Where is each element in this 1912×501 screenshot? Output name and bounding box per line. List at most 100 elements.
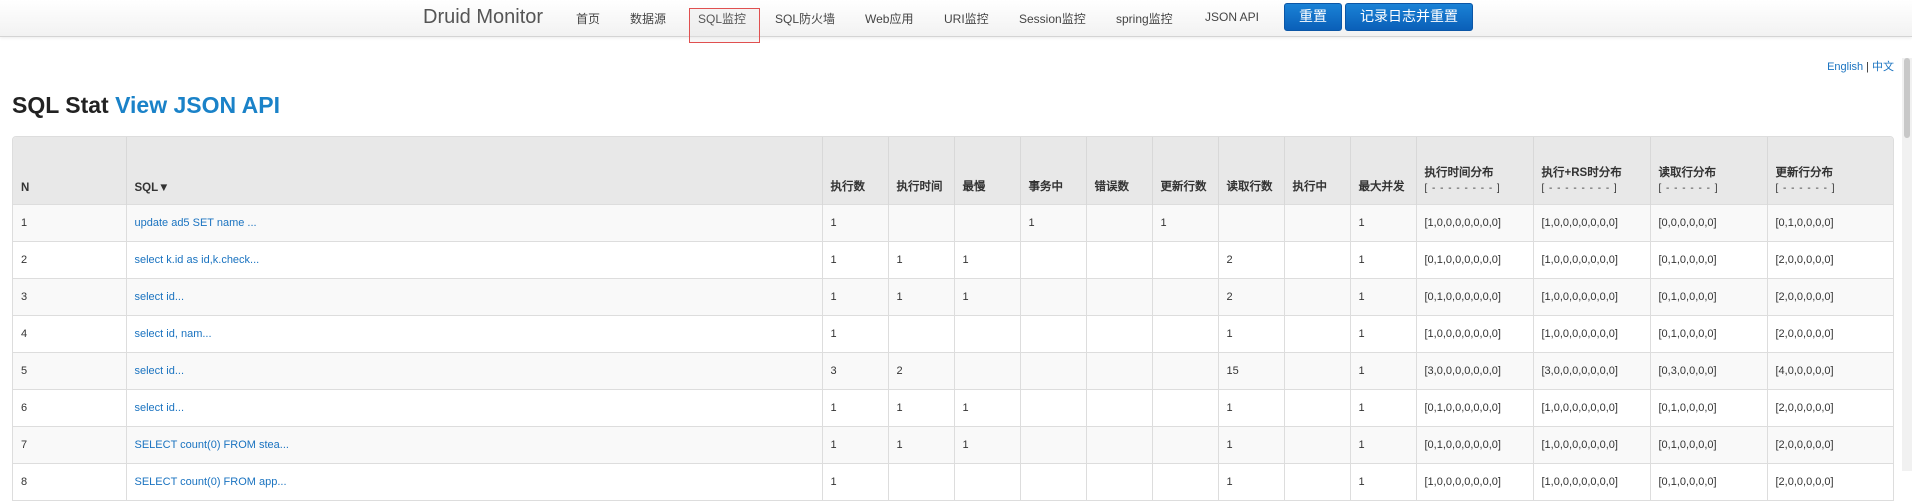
cell-exec-count: 1 bbox=[821, 278, 888, 316]
cell-exec-count: 1 bbox=[821, 315, 888, 353]
cell-exec-histogram: [1,0,0,0,0,0,0,0] bbox=[1415, 315, 1533, 353]
col-header-max-concurrent[interactable]: 最大并发 bbox=[1349, 137, 1416, 205]
cell-slowest: 1 bbox=[953, 389, 1020, 427]
nav-item-uri-monitor[interactable]: URI监控 bbox=[944, 10, 989, 27]
cell-exec-histogram: [1,0,0,0,0,0,0,0] bbox=[1415, 204, 1533, 242]
nav-item-spring-monitor[interactable]: spring监控 bbox=[1116, 10, 1173, 27]
cell-update-rows: 1 bbox=[1151, 204, 1218, 242]
cell-error-count bbox=[1085, 352, 1152, 390]
table-row: 3 select id... 1 1 1 2 1 [0,1,0,0,0,0,0,0] [1,0,… bbox=[13, 278, 1893, 316]
col-header-exec-histogram[interactable]: 执行时间分布 [ - - - - - - - - ] bbox=[1415, 137, 1533, 205]
col-header-exec-time[interactable]: 执行时间 bbox=[887, 137, 954, 205]
col-header-label: 读取行数 bbox=[1226, 181, 1273, 193]
col-header-n[interactable]: N bbox=[13, 137, 126, 205]
sql-stat-table: N SQL▼ 执行数 执行时间 最慢 事务中 错误数 更新行数 读取行数 执行中… bbox=[13, 137, 1893, 500]
cell-exec-time bbox=[887, 204, 954, 242]
log-and-reset-button[interactable]: 记录日志并重置 bbox=[1345, 3, 1473, 31]
col-header-sub: [ - - - - - - - - ] bbox=[1424, 183, 1501, 194]
col-header-in-transaction[interactable]: 事务中 bbox=[1019, 137, 1086, 205]
cell-sql: update ad5 SET name ... bbox=[125, 204, 822, 242]
cell-running bbox=[1283, 463, 1350, 500]
cell-slowest: 1 bbox=[953, 241, 1020, 279]
cell-sql: select k.id as id,k.check... bbox=[125, 241, 822, 279]
cell-n: 4 bbox=[13, 315, 126, 353]
brand-title[interactable]: Druid Monitor bbox=[423, 6, 543, 29]
table-row: 4 select id, nam... 1 1 1 [1,0,0,0,0,0,0,0] [1… bbox=[13, 315, 1893, 353]
col-header-running[interactable]: 执行中 bbox=[1283, 137, 1350, 205]
cell-error-count bbox=[1085, 241, 1152, 279]
cell-in-transaction bbox=[1019, 426, 1086, 464]
col-header-label: 最慢 bbox=[962, 181, 986, 193]
col-header-update-row-histogram[interactable]: 更新行分布 [ - - - - - - ] bbox=[1766, 137, 1893, 205]
cell-fetch-row-histogram: [0,1,0,0,0,0] bbox=[1649, 241, 1767, 279]
cell-update-row-histogram: [2,0,0,0,0,0] bbox=[1766, 426, 1893, 464]
lang-english-link[interactable]: English bbox=[1827, 61, 1863, 73]
sql-text-link[interactable]: select k.id as id,k.check... bbox=[135, 254, 260, 266]
col-header-slowest[interactable]: 最慢 bbox=[953, 137, 1020, 205]
sql-text-link[interactable]: SELECT count(0) FROM app... bbox=[135, 476, 287, 488]
cell-update-row-histogram: [2,0,0,0,0,0] bbox=[1766, 278, 1893, 316]
cell-error-count bbox=[1085, 278, 1152, 316]
nav-item-session-monitor[interactable]: Session监控 bbox=[1019, 10, 1086, 27]
cell-exec-histogram: [0,1,0,0,0,0,0,0] bbox=[1415, 278, 1533, 316]
cell-exec-rs-histogram: [1,0,0,0,0,0,0,0] bbox=[1532, 463, 1650, 500]
cell-update-row-histogram: [0,1,0,0,0,0] bbox=[1766, 204, 1893, 242]
cell-max-concurrent: 1 bbox=[1349, 315, 1416, 353]
nav-item-sql-monitor[interactable]: SQL监控 bbox=[698, 10, 746, 27]
sql-text-link[interactable]: select id, nam... bbox=[135, 328, 212, 340]
cell-in-transaction bbox=[1019, 315, 1086, 353]
cell-running bbox=[1283, 352, 1350, 390]
cell-running bbox=[1283, 389, 1350, 427]
cell-update-rows bbox=[1151, 315, 1218, 353]
cell-exec-count: 1 bbox=[821, 389, 888, 427]
cell-in-transaction bbox=[1019, 352, 1086, 390]
col-header-error-count[interactable]: 错误数 bbox=[1085, 137, 1152, 205]
cell-exec-time bbox=[887, 315, 954, 353]
cell-n: 3 bbox=[13, 278, 126, 316]
lang-chinese-link[interactable]: 中文 bbox=[1872, 61, 1894, 73]
col-header-sub: [ - - - - - - - - ] bbox=[1541, 183, 1618, 194]
sql-text-link[interactable]: select id... bbox=[135, 402, 185, 414]
vertical-scrollbar[interactable] bbox=[1902, 58, 1912, 471]
cell-sql: SELECT count(0) FROM stea... bbox=[125, 426, 822, 464]
col-header-exec-rs-histogram[interactable]: 执行+RS时分布 [ - - - - - - - - ] bbox=[1532, 137, 1650, 205]
cell-fetch-row-histogram: [0,1,0,0,0,0] bbox=[1649, 389, 1767, 427]
col-header-sql[interactable]: SQL▼ bbox=[125, 137, 822, 205]
view-json-api-link[interactable]: View JSON API bbox=[115, 92, 280, 118]
sql-text-link[interactable]: select id... bbox=[135, 365, 185, 377]
col-header-label: 事务中 bbox=[1028, 181, 1064, 193]
scrollbar-thumb[interactable] bbox=[1904, 58, 1910, 138]
sql-text-link[interactable]: select id... bbox=[135, 291, 185, 303]
col-header-sub: [ - - - - - - ] bbox=[1658, 183, 1719, 194]
cell-update-row-histogram: [4,0,0,0,0,0] bbox=[1766, 352, 1893, 390]
nav-item-web-app[interactable]: Web应用 bbox=[865, 10, 913, 27]
sql-text-link[interactable]: SELECT count(0) FROM stea... bbox=[135, 439, 289, 451]
page-title-text: SQL Stat bbox=[12, 92, 109, 118]
cell-exec-time: 2 bbox=[887, 352, 954, 390]
nav-item-home[interactable]: 首页 bbox=[576, 10, 600, 27]
sql-text-link[interactable]: update ad5 SET name ... bbox=[135, 217, 257, 229]
cell-max-concurrent: 1 bbox=[1349, 204, 1416, 242]
cell-exec-rs-histogram: [1,0,0,0,0,0,0,0] bbox=[1532, 278, 1650, 316]
cell-in-transaction bbox=[1019, 463, 1086, 500]
cell-in-transaction bbox=[1019, 241, 1086, 279]
col-header-update-rows[interactable]: 更新行数 bbox=[1151, 137, 1218, 205]
cell-exec-rs-histogram: [1,0,0,0,0,0,0,0] bbox=[1532, 389, 1650, 427]
nav-item-datasource[interactable]: 数据源 bbox=[630, 10, 666, 27]
nav-item-json-api[interactable]: JSON API bbox=[1205, 10, 1259, 24]
cell-exec-count: 1 bbox=[821, 426, 888, 464]
col-header-exec-count[interactable]: 执行数 bbox=[821, 137, 888, 205]
cell-exec-count: 3 bbox=[821, 352, 888, 390]
cell-in-transaction: 1 bbox=[1019, 204, 1086, 242]
col-header-fetch-rows[interactable]: 读取行数 bbox=[1217, 137, 1284, 205]
cell-update-row-histogram: [2,0,0,0,0,0] bbox=[1766, 463, 1893, 500]
cell-running bbox=[1283, 426, 1350, 464]
cell-exec-count: 1 bbox=[821, 204, 888, 242]
nav-item-sql-firewall[interactable]: SQL防火墙 bbox=[775, 10, 835, 27]
cell-exec-rs-histogram: [1,0,0,0,0,0,0,0] bbox=[1532, 241, 1650, 279]
cell-exec-rs-histogram: [1,0,0,0,0,0,0,0] bbox=[1532, 204, 1650, 242]
reset-button[interactable]: 重置 bbox=[1284, 3, 1342, 31]
col-header-label: 执行中 bbox=[1292, 181, 1328, 193]
col-header-fetch-row-histogram[interactable]: 读取行分布 [ - - - - - - ] bbox=[1649, 137, 1767, 205]
cell-max-concurrent: 1 bbox=[1349, 241, 1416, 279]
